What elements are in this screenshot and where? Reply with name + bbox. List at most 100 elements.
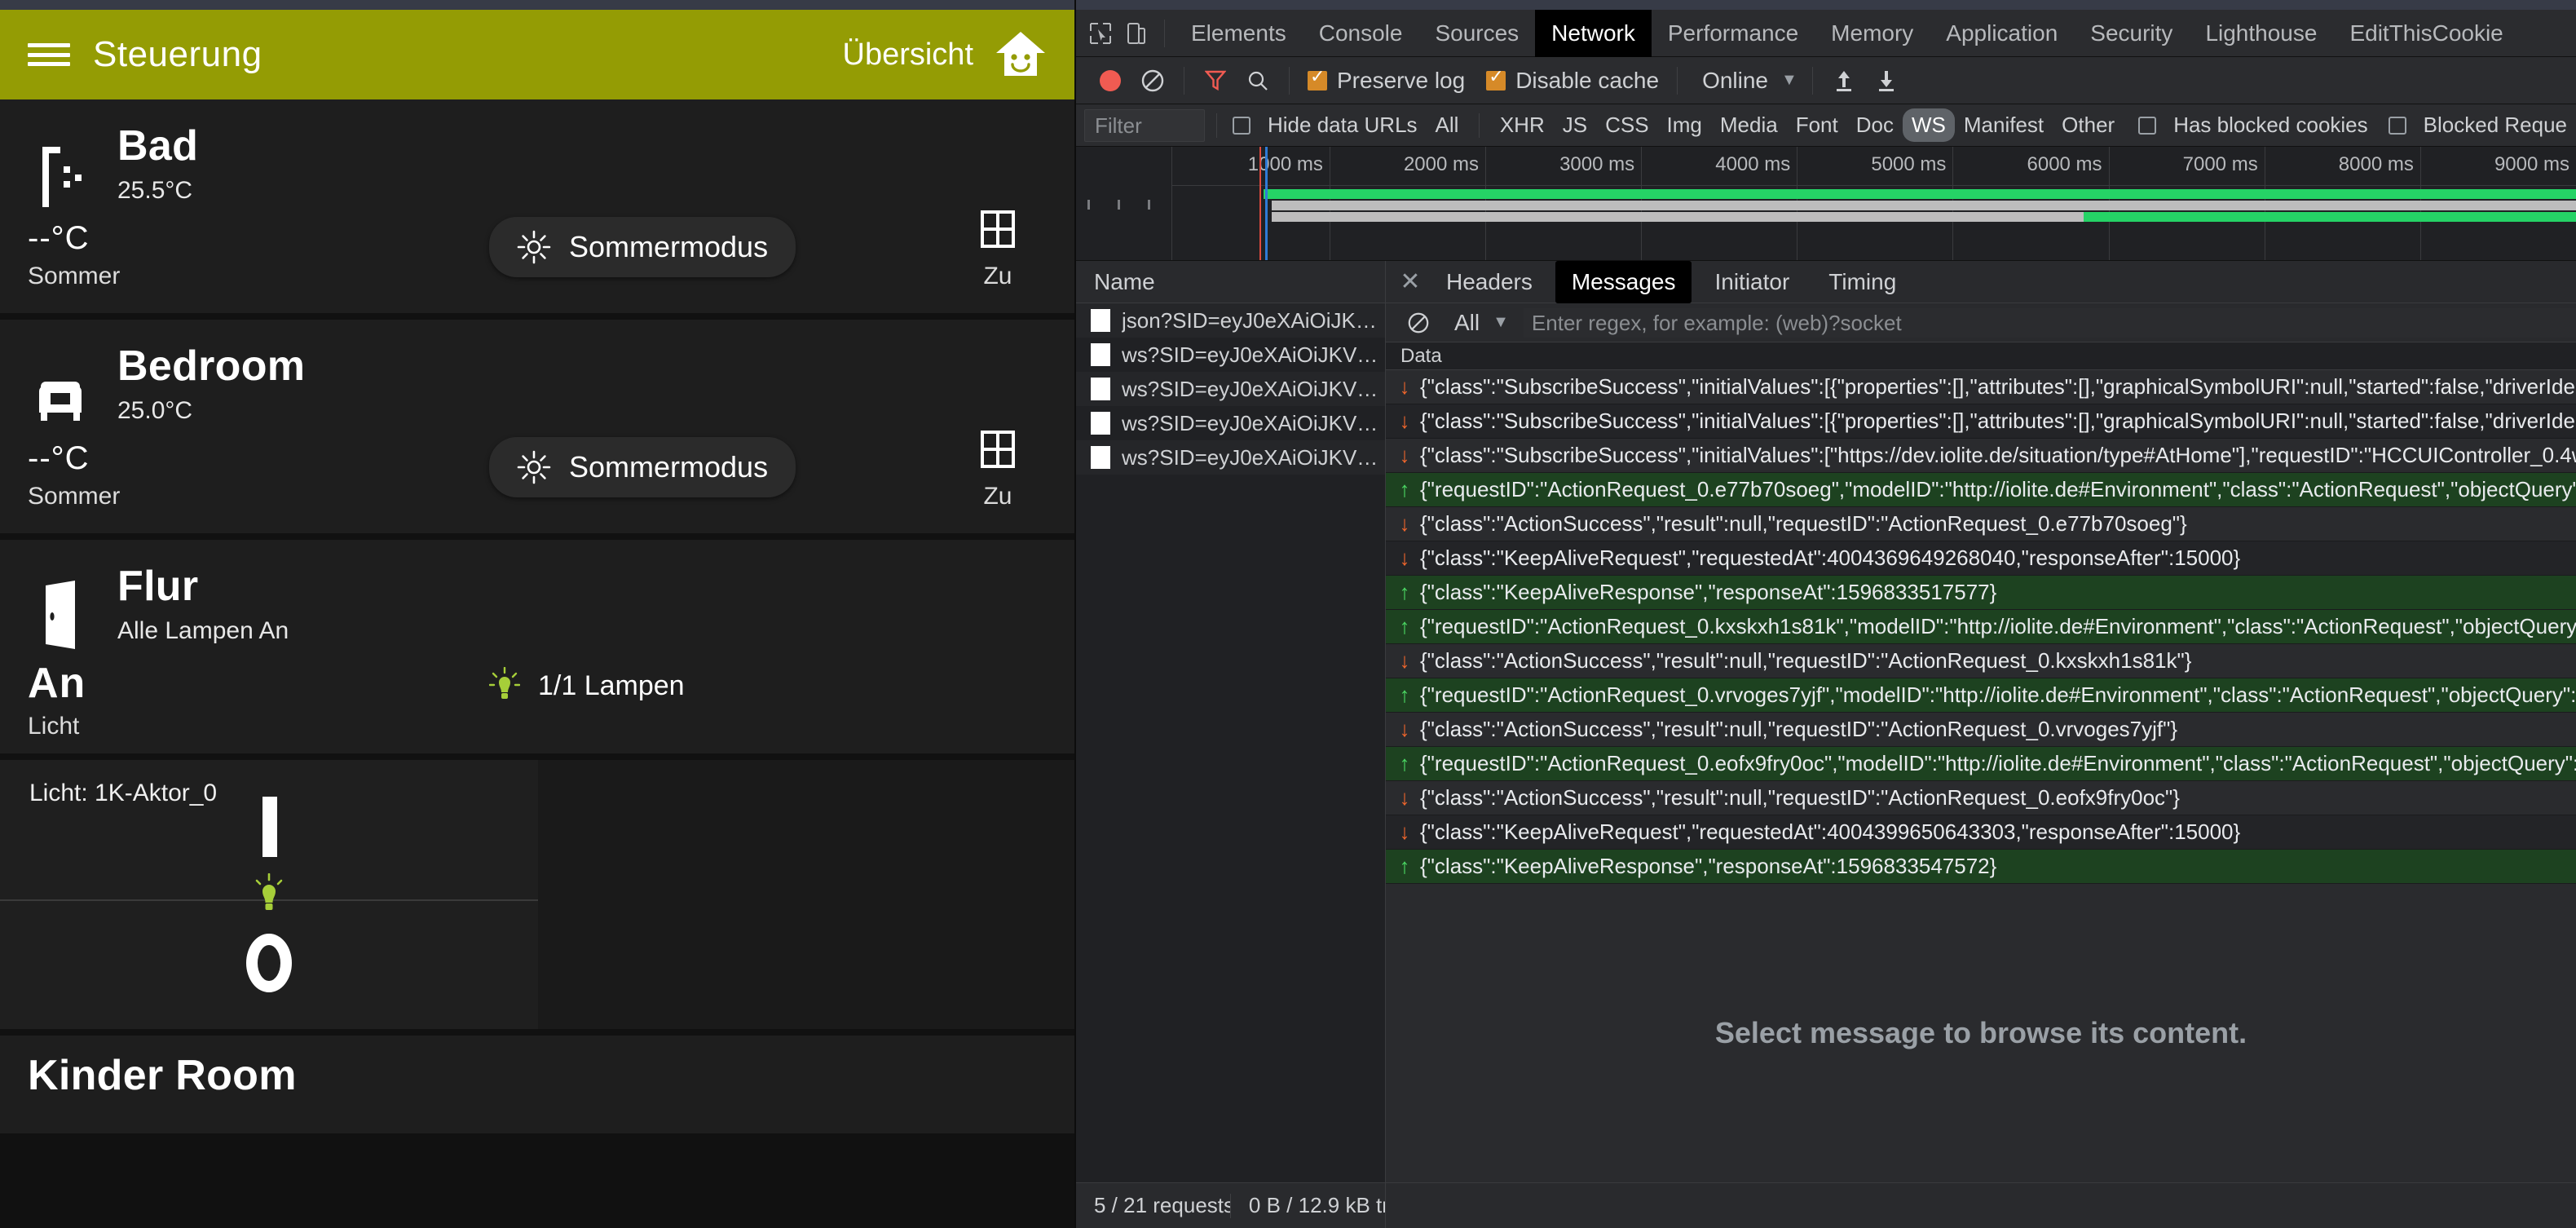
message-row[interactable]: ↓ {"class":"SubscribeSuccess","initialVal…	[1386, 439, 2576, 473]
message-row[interactable]: ↓ {"class":"KeepAliveRequest","requestedA…	[1386, 541, 2576, 576]
chevron-down-icon[interactable]: ▼	[1781, 71, 1797, 90]
actuator-on-button[interactable]	[262, 797, 277, 857]
tab-initiator[interactable]: Initiator	[1698, 263, 1806, 302]
has-blocked-cookies-checkbox[interactable]: Has blocked cookies	[2138, 108, 2376, 142]
lightbulb-icon[interactable]	[252, 873, 286, 916]
message-row[interactable]: ↓ {"class":"SubscribeSuccess","initialVal…	[1386, 404, 2576, 439]
inspect-element-icon[interactable]	[1083, 15, 1118, 51]
filter-input[interactable]: Filter	[1084, 108, 1205, 142]
filter-type-doc[interactable]: Doc	[1847, 108, 1903, 142]
tab-messages[interactable]: Messages	[1555, 260, 1692, 303]
window-block[interactable]: Zu	[949, 431, 1047, 510]
message-row[interactable]: ↑ {"requestID":"ActionRequest_0.kxskxh1s8…	[1386, 610, 2576, 644]
tab-sources[interactable]: Sources	[1418, 12, 1535, 55]
actuator-card[interactable]: Licht: 1K-Aktor_0	[0, 760, 538, 1029]
filter-type-media[interactable]: Media	[1711, 108, 1787, 142]
summer-mode-button[interactable]: Sommermodus	[489, 437, 796, 497]
close-icon[interactable]: ✕	[1394, 267, 1427, 296]
blocked-requests-checkbox[interactable]: Blocked Reque	[2388, 108, 2576, 142]
tab-editthiscookie[interactable]: EditThisCookie	[2333, 12, 2519, 55]
export-har-icon[interactable]	[1865, 60, 1908, 102]
filter-type-ws[interactable]: WS	[1903, 108, 1955, 142]
has-blocked-cookies-label: Has blocked cookies	[2173, 113, 2368, 137]
message-row[interactable]: ↑ {"requestID":"ActionRequest_0.vrvoges7y…	[1386, 678, 2576, 713]
filter-type-font[interactable]: Font	[1787, 108, 1847, 142]
setpoint-value: --°C	[28, 440, 90, 476]
request-row[interactable]: ws?SID=eyJ0eXAiOiJKV1Qi…	[1076, 372, 1385, 406]
message-row[interactable]: ↓ {"class":"ActionSuccess","result":null,…	[1386, 713, 2576, 747]
room-temperature: 25.5°C	[117, 176, 193, 204]
request-row[interactable]: ws?SID=eyJ0eXAiOiJKV1Qi…	[1076, 338, 1385, 372]
tab-network[interactable]: Network	[1535, 9, 1652, 57]
devtools-tabbar: Elements Console Sources Network Perform…	[1076, 9, 2576, 57]
requests-column-header[interactable]: Name	[1076, 261, 1385, 303]
message-text: {"requestID":"ActionRequest_0.vrvoges7yj…	[1420, 682, 2576, 707]
filter-type-xhr[interactable]: XHR	[1491, 108, 1554, 142]
room-status: Alle Lampen An	[117, 616, 289, 644]
checkbox-icon	[2138, 116, 2157, 135]
message-row[interactable]: ↓ {"class":"ActionSuccess","result":null,…	[1386, 644, 2576, 678]
tab-application[interactable]: Application	[1930, 12, 2074, 55]
message-row[interactable]: ↑ {"class":"KeepAliveResponse","responseA…	[1386, 850, 2576, 884]
file-icon	[1091, 343, 1110, 366]
throttling-select[interactable]: Online	[1702, 68, 1768, 94]
light-actuator-panel: Licht: 1K-Aktor_0	[0, 760, 1074, 1029]
checkbox-icon	[2388, 116, 2406, 135]
tab-console[interactable]: Console	[1303, 12, 1419, 55]
tab-elements[interactable]: Elements	[1175, 12, 1303, 55]
messages-regex-input[interactable]: Enter regex, for example: (web)?socket	[1523, 307, 2576, 338]
message-text: {"class":"SubscribeSuccess","initialValu…	[1420, 443, 2576, 467]
tab-performance[interactable]: Performance	[1652, 12, 1815, 55]
room-name: Kinder Room	[28, 1052, 297, 1099]
filter-type-all[interactable]: All	[1427, 108, 1468, 142]
request-name: ws?SID=eyJ0eXAiOiJKV1Qi…	[1122, 342, 1385, 367]
device-toolbar-icon[interactable]	[1118, 15, 1154, 51]
request-row[interactable]: ws?SID=eyJ0eXAiOiJKV1Qi…	[1076, 406, 1385, 440]
room-card-bedroom[interactable]: Bedroom 25.0°C --°C Sommer Sommermodus Z…	[0, 320, 1074, 533]
smarthome-app-panel: Steuerung Übersicht Bad 25.5°C --°C Somm…	[0, 0, 1076, 1228]
filter-type-js[interactable]: JS	[1554, 108, 1596, 142]
menu-icon[interactable]	[28, 38, 70, 71]
filter-type-other[interactable]: Other	[2053, 108, 2124, 142]
message-row[interactable]: ↓ {"class":"KeepAliveRequest","requestedA…	[1386, 815, 2576, 850]
hide-data-urls-label: Hide data URLs	[1268, 113, 1418, 137]
clear-messages-icon[interactable]	[1397, 302, 1440, 344]
request-row[interactable]: ws?SID=eyJ0eXAiOiJKV1Qi…	[1076, 440, 1385, 475]
tab-lighthouse[interactable]: Lighthouse	[2189, 12, 2333, 55]
overview-cursor[interactable]	[1264, 147, 1268, 260]
room-card-bad[interactable]: Bad 25.5°C --°C Sommer Sommermodus Zu	[0, 99, 1074, 313]
home-smiley-icon[interactable]	[995, 30, 1047, 79]
message-row[interactable]: ↓ {"class":"ActionSuccess","result":null,…	[1386, 781, 2576, 815]
clear-button[interactable]	[1131, 60, 1174, 102]
summer-mode-button[interactable]: Sommermodus	[489, 217, 796, 277]
filter-type-manifest[interactable]: Manifest	[1955, 108, 2053, 142]
message-row[interactable]: ↓ {"class":"ActionSuccess","result":null,…	[1386, 507, 2576, 541]
import-har-icon[interactable]	[1823, 60, 1865, 102]
tab-timing[interactable]: Timing	[1812, 263, 1912, 302]
chevron-down-icon[interactable]: ▼	[1493, 313, 1509, 332]
filter-icon[interactable]	[1194, 60, 1237, 102]
network-overview-timeline[interactable]: 1000 ms 2000 ms 3000 ms 4000 ms 5000 ms …	[1076, 147, 2576, 261]
message-row[interactable]: ↑ {"requestID":"ActionRequest_0.e77b70soe…	[1386, 473, 2576, 507]
room-card-kinder-room[interactable]: Kinder Room	[0, 1036, 1074, 1133]
request-row[interactable]: json?SID=eyJ0eXAiOiJKV1…	[1076, 303, 1385, 338]
tab-memory[interactable]: Memory	[1815, 12, 1930, 55]
actuator-off-button[interactable]	[246, 934, 292, 992]
lamp-count-row[interactable]: 1/1 Lampen	[489, 667, 685, 705]
message-row[interactable]: ↑ {"requestID":"ActionRequest_0.eofx9fry0…	[1386, 747, 2576, 781]
filter-type-img[interactable]: Img	[1658, 108, 1711, 142]
messages-direction-select[interactable]: All	[1454, 310, 1480, 336]
record-button[interactable]	[1089, 60, 1131, 102]
room-card-flur[interactable]: Flur Alle Lampen An An Licht 1/1 Lampen	[0, 540, 1074, 753]
hide-data-urls-checkbox[interactable]: Hide data URLs	[1233, 108, 1427, 142]
window-block[interactable]: Zu	[949, 210, 1047, 290]
preserve-log-checkbox[interactable]: Preserve log	[1308, 67, 1465, 94]
disable-cache-checkbox[interactable]: Disable cache	[1486, 67, 1659, 94]
tab-headers[interactable]: Headers	[1430, 263, 1549, 302]
message-row[interactable]: ↓ {"class":"SubscribeSuccess","initialVal…	[1386, 370, 2576, 404]
tab-security[interactable]: Security	[2074, 12, 2189, 55]
message-row[interactable]: ↑ {"class":"KeepAliveResponse","responseA…	[1386, 576, 2576, 610]
filter-type-css[interactable]: CSS	[1596, 108, 1657, 142]
search-icon[interactable]	[1237, 60, 1279, 102]
overview-label[interactable]: Übersicht	[843, 38, 974, 73]
